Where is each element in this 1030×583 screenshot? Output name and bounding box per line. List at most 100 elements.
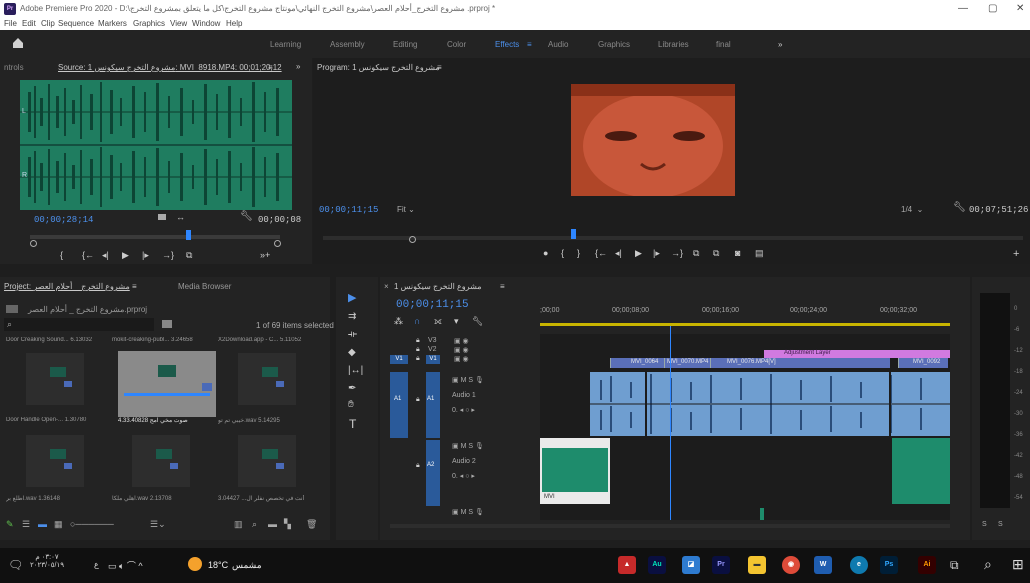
maximize-button[interactable]: ▢	[988, 3, 997, 14]
source-waveform[interactable]: L R	[20, 80, 292, 210]
source-patch-a1[interactable]: A1	[390, 372, 408, 438]
audio-thumbnail[interactable]	[26, 435, 84, 487]
audition-icon[interactable]: Au	[648, 556, 666, 574]
workspace-color[interactable]: Color	[447, 40, 466, 49]
workspace-learning[interactable]: Learning	[270, 40, 301, 49]
track-v1-label[interactable]: V1	[426, 355, 440, 364]
project-item[interactable]: X2Download.app - C... 5.11052	[218, 337, 324, 347]
audio-thumbnail[interactable]	[26, 353, 84, 405]
source-playhead[interactable]	[186, 230, 191, 240]
program-go-in-button[interactable]: {←	[595, 248, 607, 258]
weather-condition[interactable]: مشمس	[232, 560, 262, 571]
program-step-forward-button[interactable]: |▸	[653, 248, 660, 259]
timeline-horizontal-scrollbar[interactable]	[390, 524, 950, 528]
menu-window[interactable]: Window	[192, 19, 220, 28]
photos-icon[interactable]: ◪	[682, 556, 700, 574]
close-button[interactable]: ✕	[1016, 3, 1024, 14]
video-clip[interactable]: MVI_0076.MP4[V]	[710, 358, 890, 368]
program-play-button[interactable]: ▶	[635, 248, 642, 259]
taskbar-search-icon[interactable]: ⌕	[984, 556, 992, 573]
source-zoom-handle-right[interactable]	[274, 240, 281, 247]
edge-icon[interactable]: e	[850, 556, 868, 574]
ripple-edit-tool-icon[interactable]: ⟛	[348, 329, 357, 340]
audio-thumbnail[interactable]	[238, 353, 296, 405]
solo-button-right[interactable]: S	[998, 521, 1003, 528]
notification-icon[interactable]: 🗨︎	[8, 558, 23, 572]
premiere-taskbar-icon[interactable]: Pr	[712, 556, 730, 574]
project-tab[interactable]: Project: مشروع التخرج _ أحلام العصر	[4, 282, 130, 291]
source-menu-icon[interactable]: ≡	[268, 63, 273, 72]
menu-clip[interactable]: Clip	[41, 19, 55, 28]
video-clip[interactable]: MVI_0064	[610, 358, 664, 368]
add-marker-button[interactable]: ●	[543, 248, 548, 258]
lock-icon[interactable]: 🔒︎	[416, 462, 420, 470]
source-add-button[interactable]: »+	[260, 250, 270, 260]
media-browser-tab[interactable]: Media Browser	[178, 282, 231, 291]
effect-controls-tab[interactable]: ntrols	[4, 63, 24, 72]
track-a2-volume[interactable]: 0. ◂ ○ ▸	[452, 472, 475, 480]
timeline-track-area[interactable]: Adjustment Layer MVI_0064 MVI_0070.MP4 M…	[540, 326, 950, 520]
lift-button[interactable]: ⧉	[693, 248, 699, 259]
lock-icon[interactable]: 🔒︎	[416, 396, 420, 404]
track-output-icon[interactable]: ▣ ◉	[454, 337, 469, 345]
track-output-icon[interactable]: ▣ ◉	[454, 355, 469, 363]
source-more-icon[interactable]: »	[296, 62, 300, 71]
menu-help[interactable]: Help	[226, 19, 242, 28]
project-menu-icon[interactable]: ≡	[132, 282, 137, 291]
automate-icon[interactable]: ▥	[234, 519, 243, 530]
source-patch-v1[interactable]: V1	[390, 355, 408, 364]
lock-icon[interactable]: 🔒︎	[416, 346, 420, 354]
fit-dropdown[interactable]: Fit ⌄	[397, 205, 415, 214]
track-select-tool-icon[interactable]: ⇉	[348, 311, 356, 322]
language-indicator[interactable]: ع	[94, 560, 99, 569]
weather-sun-icon[interactable]	[188, 557, 202, 571]
video-clip[interactable]: MVI_0092	[898, 358, 948, 368]
lock-icon[interactable]: 🔒︎	[416, 337, 420, 345]
workspace-effects[interactable]: Effects	[495, 40, 519, 49]
project-item[interactable]: mokit-creaking-publ... 3.24658	[112, 337, 218, 347]
audio-clip-a2-selected[interactable]: MVI	[540, 438, 610, 504]
workspace-editing[interactable]: Editing	[393, 40, 417, 49]
source-timecode[interactable]: 00;00;28;14	[34, 215, 93, 225]
time-ruler[interactable]: ;00;00 00;00;08;00 00;00;16;00 00;00;24;…	[540, 299, 950, 327]
taskbar-clock[interactable]: ٠٣:٠٧ م ٢٠٢٣/٠٥/١٩	[30, 553, 64, 569]
type-tool-icon[interactable]: T	[349, 417, 356, 431]
track-a2-buttons[interactable]: ▣ M S 🎙︎	[452, 442, 484, 450]
wrench-icon[interactable]: 🔧︎	[240, 211, 253, 222]
menu-sequence[interactable]: Sequence	[58, 19, 94, 28]
audio-clip-a1[interactable]	[590, 372, 950, 436]
workspace-menu-icon[interactable]: ≡	[527, 40, 532, 49]
file-explorer-icon[interactable]: ▬	[748, 556, 766, 574]
timeline-settings-icon[interactable]: 🔧︎	[472, 316, 483, 327]
project-item[interactable]: Door Creaking Sound... 6.13032	[6, 337, 112, 347]
menu-markers[interactable]: Markers	[98, 19, 127, 28]
zoom-slider[interactable]: ○──────	[70, 519, 114, 529]
audio-clip-a2[interactable]	[892, 438, 950, 504]
program-wrench-icon[interactable]: 🔧︎	[953, 202, 966, 213]
track-a2-target[interactable]: A2	[426, 440, 440, 506]
linked-selection-icon[interactable]: ⟗	[434, 316, 442, 327]
freeform-view-icon[interactable]: ▦	[54, 519, 63, 530]
track-a2-name[interactable]: Audio 2	[452, 458, 476, 465]
project-search-input[interactable]: ⌕	[4, 318, 154, 331]
source-scrubber[interactable]	[30, 235, 280, 239]
new-bin-bottom-icon[interactable]: ▬	[268, 519, 277, 529]
project-item-selected[interactable]: صوت مخي امج 4.33.40828	[118, 417, 218, 427]
program-go-out-button[interactable]: →}	[671, 248, 683, 258]
word-icon[interactable]: W	[814, 556, 832, 574]
icon-view-icon[interactable]: ▬	[38, 519, 47, 529]
task-view-icon[interactable]: ⧉	[950, 558, 959, 573]
program-scrubber[interactable]	[323, 236, 1023, 240]
selected-audio-thumbnail[interactable]	[118, 351, 216, 417]
timeline-tab[interactable]: 1 مشروع التخرج سيكونس	[394, 282, 482, 291]
workspace-graphics[interactable]: Graphics	[598, 40, 630, 49]
audio-thumbnail[interactable]	[132, 435, 190, 487]
insert-button[interactable]: ⧉	[186, 250, 192, 261]
tray-icons[interactable]: ▭ 🔈︎ ⌒ ^	[108, 559, 143, 572]
menu-graphics[interactable]: Graphics	[133, 19, 165, 28]
trash-icon[interactable]: 🗑︎	[306, 519, 317, 530]
timeline-menu-icon[interactable]: ≡	[500, 282, 505, 291]
razor-tool-icon[interactable]: ◆	[348, 347, 356, 358]
menu-edit[interactable]: Edit	[22, 19, 36, 28]
source-zoom-handle-left[interactable]	[30, 240, 37, 247]
